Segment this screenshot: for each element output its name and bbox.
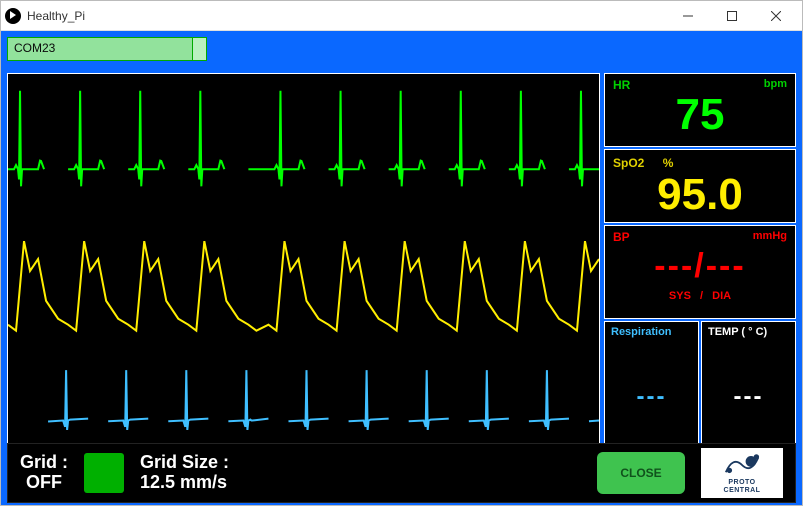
grid-toggle[interactable] [84,453,124,493]
hr-unit: bpm [764,78,787,90]
grid-size: Grid Size : 12.5 mm/s [140,453,229,493]
close-button[interactable]: CLOSE [597,452,685,494]
bp-unit: mmHg [753,230,787,242]
temp-label: TEMP ( ° C) [708,326,789,338]
main-stage: HR bpm 75 SpO2 % 95.0 BP mmHg ---/--- SY… [7,73,796,461]
spo2-label: SpO2 [613,156,644,170]
temp-value: --- [708,338,789,456]
waveform-ppg [8,241,599,331]
protocentral-logo: PROTO CENTRAL [701,448,783,498]
app-root: COM23 HR bpm 75 SpO2 % 95.0 BP mmHg ---/… [1,31,802,505]
window-title: Healthy_Pi [27,9,666,23]
spo2-unit: % [663,156,674,170]
waveform-ecg [8,91,599,187]
spo2-tile: SpO2 % 95.0 [604,149,796,223]
hr-tile: HR bpm 75 [604,73,796,147]
bp-value: ---/--- [613,244,787,288]
hr-value: 75 [613,92,787,138]
vitals-bottom-row: Respiration --- TEMP ( ° C) --- [604,321,796,461]
window-titlebar: Healthy_Pi [1,1,802,31]
close-window-button[interactable] [754,2,798,30]
footer-bar: Grid : OFF Grid Size : 12.5 mm/s CLOSE P… [7,443,796,503]
minimize-button[interactable] [666,2,710,30]
app-icon [5,8,21,24]
dropdown-icon[interactable] [193,37,207,61]
grid-label: Grid : OFF [20,453,68,493]
bp-tile: BP mmHg ---/--- SYS / DIA [604,225,796,319]
waveform-respiration [48,370,599,430]
respiration-tile: Respiration --- [604,321,699,461]
bp-sub: SYS / DIA [613,290,787,302]
com-port-value: COM23 [7,37,193,61]
respiration-value: --- [611,338,692,456]
vitals-column: HR bpm 75 SpO2 % 95.0 BP mmHg ---/--- SY… [604,73,796,461]
temp-tile: TEMP ( ° C) --- [701,321,796,461]
waveform-area [7,73,600,461]
respiration-label: Respiration [611,326,692,338]
maximize-button[interactable] [710,2,754,30]
spo2-value: 95.0 [613,172,787,218]
com-port-selector[interactable]: COM23 [7,37,207,61]
